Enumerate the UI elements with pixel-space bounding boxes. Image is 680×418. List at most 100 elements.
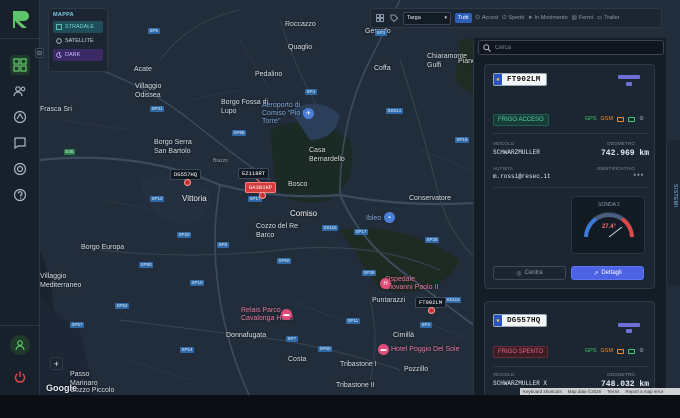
vehicle-marker[interactable] [259,192,266,199]
place-label: Cimillà [393,332,414,339]
help-icon[interactable] [10,185,30,205]
filter-trailer[interactable]: ▭ Trailer [597,15,620,21]
road-shield: SP20 [177,232,192,238]
external-link-icon: ↗ [593,270,599,277]
connectivity-row: GPS GSM ⚙ [585,116,644,122]
road-shield: SP60 [318,346,333,352]
map-data-text: Map data ©2026 [567,389,602,394]
center-button[interactable]: ◎ Centra [493,266,566,280]
report-error-link[interactable]: Report a map error [625,389,663,394]
details-button[interactable]: ↗ Dettagli [571,266,644,280]
power-icon[interactable] [10,367,30,387]
search-field-select[interactable]: Targa ▾ [403,11,451,25]
place-label: Vittoria [182,194,207,203]
road-shield: SP52 [115,303,130,309]
place-label: Comiso [290,209,318,218]
license-plate: ★ DG557HQ [493,314,547,327]
place-label: Borgo Europa [81,244,125,251]
road-shield: SP17 [354,229,369,235]
details-button-label: Dettagli [601,270,622,276]
tag-icon[interactable] [389,13,399,23]
building-pin-icon[interactable]: ▪ [384,212,395,223]
place-label: Bosco [288,181,308,188]
systems-side-tab[interactable]: SISTEMI [666,140,680,285]
place-label: Roccazzo [285,21,316,28]
driver-label: AUTISTA [493,166,514,171]
hotel-pin-icon[interactable]: ▬ [378,344,389,355]
filter-stopped-label: Fermi [578,15,593,21]
routes-icon[interactable] [10,107,30,127]
bottom-strip [0,395,680,418]
search-input[interactable] [495,44,655,51]
map-attribution: Keyboard shortcuts Map data ©2026 Terms … [520,388,680,395]
road-shield: SP16 [455,137,470,143]
hotel-pin-icon[interactable]: ▬ [281,309,292,320]
filter-all[interactable]: Tutti [455,13,472,23]
moon-icon [56,52,62,58]
place-label: Casa Bernardello [309,147,345,163]
target-icon[interactable] [10,159,30,179]
status-badge: FRIGO SPENTO [493,346,549,358]
road-shield: SP3 [375,30,387,36]
filter-off[interactable]: ⏻ Spenti [502,15,524,22]
power-small-icon: ⏻ [475,14,480,21]
road-shield: SP60 [277,258,292,264]
map-type-satellite-option[interactable]: SATELLITE [53,35,103,47]
engine-icon [628,116,636,122]
vehicle-search[interactable] [478,40,664,55]
road-shield: SP10 [190,280,205,286]
satellite-icon [56,38,62,44]
vehicle-card[interactable]: ★ FT902LM FRIGO ACCESO GPS GSM ⚙ VEICOLO… [484,64,655,289]
vehicle-marker-label[interactable]: EZ118RT [238,168,270,179]
hospital-pin-icon[interactable]: H [380,278,391,289]
app-logo[interactable] [10,8,32,30]
road-shield: SP31 [150,106,165,112]
dashboard-icon[interactable] [10,55,30,75]
chevron-down-icon: ▾ [444,15,447,21]
vehicle-label: VEICOLO [493,141,515,146]
crosshair-icon: ◎ [516,270,522,277]
icon-rail [0,0,40,418]
terms-link[interactable]: Terms [607,389,619,394]
driver-value: m.rossi@resec.it [493,173,551,180]
place-label: Costa [288,356,307,363]
map-type-title: MAPPA [53,12,74,18]
map-type-road-option[interactable]: STRADALE [53,21,103,33]
place-label: Ibleo [366,215,382,222]
grid-view-icon[interactable] [375,13,385,23]
road-shield: SP14 [180,347,195,353]
systems-tab-label: SISTEMI [672,184,678,208]
airport-pin-icon[interactable]: ✈ [303,108,314,119]
road-shield: SP12 [150,196,165,202]
google-logo: Google [46,383,77,393]
keyboard-shortcuts-link[interactable]: Keyboard shortcuts [523,389,562,394]
profile-icon[interactable] [10,335,30,355]
messages-icon[interactable] [10,133,30,153]
road-shield: SP2 [420,322,432,328]
rail-divider-bottom [0,325,40,326]
filter-moving-label: In Movimento [534,15,568,21]
map-type-dark-option[interactable]: DARK [53,49,103,61]
place-label: Hotel Poggio Del Sole [391,346,460,353]
road-shield: SP25 [425,237,440,243]
filter-moving[interactable]: ➤ In Movimento [528,15,568,21]
zoom-in-button[interactable]: + [50,357,63,370]
power-off-icon: ⏻ [502,14,507,21]
filter-on[interactable]: ⏻ Accesi [476,15,499,22]
search-icon [483,43,491,52]
users-icon[interactable] [10,81,30,101]
license-plate: ★ FT902LM [493,73,547,86]
signal-badge-small [626,82,632,86]
vehicle-marker[interactable] [184,179,191,186]
filter-stopped[interactable]: ▥ Fermi [572,15,593,21]
place-label: Pozzillo [404,366,429,373]
odometer-label: ODOMETRO [607,372,636,377]
gps-label: GPS [584,116,597,122]
battery-icon [617,348,625,354]
collapse-panel-button[interactable]: ⊟ [35,48,44,58]
place-label: Coffa [374,65,391,72]
plate-number: FT902LM [502,74,546,85]
gsm-label: GSM [600,116,614,122]
vehicle-marker[interactable] [428,307,435,314]
odometer-value: 742.969 km [601,149,650,158]
